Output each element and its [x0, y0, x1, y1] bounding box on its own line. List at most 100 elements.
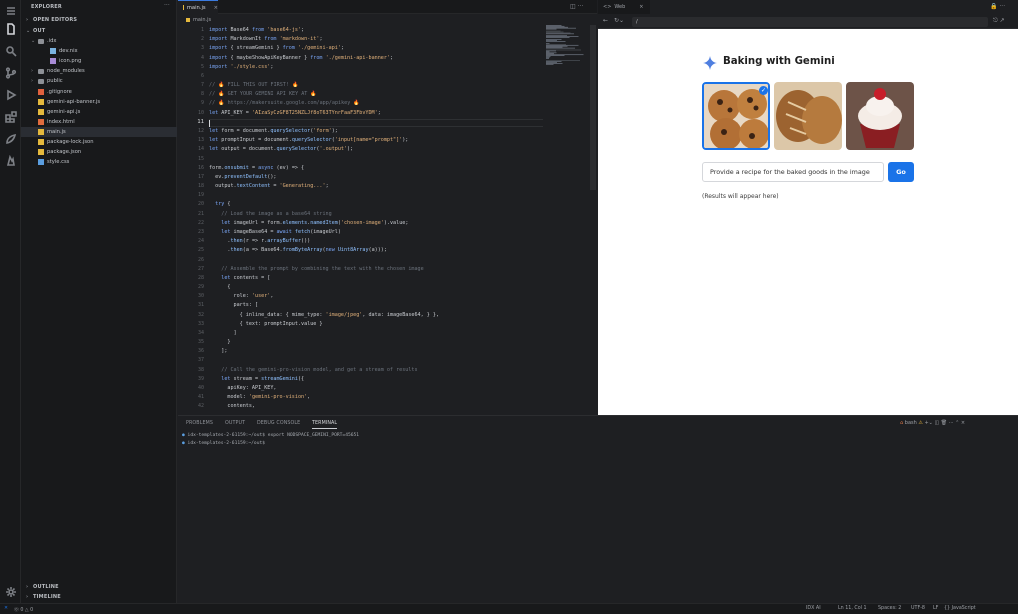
problems-indicator[interactable]: ⓪ 0 △ 0: [14, 606, 33, 613]
editor-scrollbar[interactable]: [590, 25, 596, 190]
split-editor-icon[interactable]: ◫ ···: [570, 3, 583, 10]
status-item-utf-8[interactable]: UTF-8: [911, 606, 925, 611]
prompt-input[interactable]: Provide a recipe for the baked goods in …: [702, 162, 884, 182]
line-number: 29: [197, 284, 204, 291]
menu-icon[interactable]: [4, 4, 17, 17]
breadcrumb[interactable]: main.js: [178, 15, 597, 25]
tree-item-main-js[interactable]: main.js: [21, 126, 177, 137]
firebase-icon[interactable]: [4, 154, 17, 167]
tab-debug-console[interactable]: DEBUG CONSOLE: [257, 421, 300, 426]
devtools-icon[interactable]: ⎋ ↗: [993, 17, 1005, 25]
tree-item-gitignore[interactable]: .gitignore: [21, 87, 177, 97]
code-line: let imageBase64 = await fetch(imageUrl): [209, 228, 341, 235]
code-editor[interactable]: 1 import Base64 from 'base64-js'; 2 import …: [178, 25, 597, 415]
tab-web-preview[interactable]: <> Web ×: [598, 0, 650, 14]
status-item-idx-ai[interactable]: IDX AI: [806, 606, 821, 611]
line-number: 21: [197, 210, 204, 217]
status-item-javascript[interactable]: {} JavaScript: [944, 606, 976, 611]
back-icon[interactable]: ←: [603, 17, 608, 24]
tree-item-index-html[interactable]: index.html: [21, 117, 177, 127]
status-item-spaces-2[interactable]: Spaces: 2: [878, 606, 901, 611]
idx-ai-icon[interactable]: [4, 132, 17, 145]
chevron-right-icon: ›: [31, 68, 33, 75]
tree-item-dev-nix[interactable]: dev.nix: [21, 46, 177, 56]
more-actions-icon[interactable]: ···: [164, 2, 170, 9]
minimap-line: [546, 27, 576, 29]
line-number: 10: [197, 109, 204, 116]
tree-item-style-css[interactable]: style.css: [21, 157, 177, 167]
tab-output[interactable]: OUTPUT: [225, 421, 245, 426]
source-control-icon[interactable]: [4, 66, 17, 79]
tree-item-package-json[interactable]: package.json: [21, 147, 177, 157]
explorer-icon[interactable]: [4, 22, 17, 35]
code-line: {: [209, 284, 231, 291]
json-icon: [38, 139, 44, 145]
maximize-panel-icon[interactable]: ⌃: [955, 420, 959, 426]
image-option-cupcake[interactable]: [846, 82, 914, 150]
status-item-lf[interactable]: LF: [933, 606, 938, 611]
minimap-line: [546, 26, 568, 28]
outline-section[interactable]: › OUTLINE: [26, 584, 59, 590]
explorer-title: EXPLORER: [31, 4, 62, 10]
line-number: 17: [197, 173, 204, 180]
tree-item-label: style.css: [47, 159, 70, 166]
code-line: // 🔥 FILL THIS OUT FIRST! 🔥: [209, 82, 299, 89]
settings-gear-icon[interactable]: [4, 585, 17, 598]
extensions-icon[interactable]: [4, 110, 17, 123]
line-number: 42: [197, 403, 204, 410]
close-tab-icon[interactable]: ×: [639, 4, 643, 10]
code-line: { text: promptInput.value }: [209, 320, 323, 327]
trash-icon[interactable]: 🗑: [941, 420, 947, 426]
tree-item-node-modules[interactable]: › node_modules: [21, 66, 177, 76]
code-line: let stream = streamGemini({: [209, 375, 305, 382]
go-button[interactable]: Go: [888, 162, 914, 182]
tree-item-idx[interactable]: ⌄ .idx: [21, 36, 177, 46]
minimap-line: [546, 60, 580, 61]
image-option-bread[interactable]: [774, 82, 842, 150]
tree-item-gemini-api-js[interactable]: gemini-api.js: [21, 107, 177, 117]
minimap-line: [546, 36, 579, 37]
open-editors-section[interactable]: › OPEN EDITORS: [26, 17, 77, 23]
reload-icon[interactable]: ↻⌄: [614, 17, 624, 24]
run-debug-icon[interactable]: [4, 88, 17, 101]
line-number: 35: [197, 339, 204, 346]
tab-terminal[interactable]: TERMINAL: [312, 421, 338, 429]
search-icon[interactable]: [4, 44, 17, 57]
tree-item-icon-png[interactable]: icon.png: [21, 56, 177, 66]
close-panel-icon[interactable]: ×: [961, 420, 965, 426]
minimap-line: [546, 28, 557, 30]
minimap-line: [546, 44, 579, 46]
line-number: 16: [197, 164, 204, 171]
status-item-ln-11-col-1[interactable]: Ln 11, Col 1: [838, 606, 867, 611]
tree-item-package-lock-json[interactable]: package-lock.json: [21, 137, 177, 147]
remote-icon[interactable]: ✕: [4, 606, 8, 611]
root-folder-out[interactable]: ⌄ OUT: [26, 28, 45, 34]
more-icon[interactable]: ···: [949, 420, 954, 426]
code-line: }: [209, 339, 231, 346]
code-line: model: 'gemini-pro-vision',: [209, 394, 311, 401]
preview-actions-icon[interactable]: 🔒 ···: [990, 3, 1005, 10]
js-icon: [38, 108, 44, 115]
terminal-controls[interactable]: ⌂ bash ⚠ +⌄ ◫ 🗑 ··· ⌃ ×: [900, 420, 965, 426]
terminal-text: idx-templates-2-61159:~/out$: [187, 441, 268, 446]
line-number: 38: [197, 366, 204, 373]
tab-main-js[interactable]: main.js ×: [178, 0, 218, 14]
js-icon: [38, 128, 44, 135]
line-number: 31: [197, 302, 204, 309]
minimap[interactable]: [545, 25, 589, 65]
add-terminal-icon[interactable]: +⌄: [924, 420, 932, 426]
tree-item-public[interactable]: › public: [21, 76, 177, 86]
image-option-cookies[interactable]: ✓: [702, 82, 770, 150]
split-terminal-icon[interactable]: ◫: [934, 420, 939, 426]
line-number: 41: [197, 394, 204, 401]
tree-item-gemini-api-banner-js[interactable]: gemini-api-banner.js: [21, 97, 177, 107]
chevron-right-icon: ›: [31, 78, 33, 85]
close-tab-icon[interactable]: ×: [214, 5, 218, 11]
timeline-section[interactable]: › TIMELINE: [26, 594, 61, 600]
tab-problems[interactable]: PROBLEMS: [186, 421, 213, 426]
tree-item-label: package.json: [47, 149, 82, 156]
explorer-sidebar: EXPLORER ··· › OPEN EDITORS ⌄ OUT ⌄ .idx dev…: [21, 0, 177, 603]
line-number: 33: [197, 320, 204, 327]
url-input[interactable]: /: [632, 17, 988, 27]
tree-item-label: .idx: [47, 38, 57, 44]
